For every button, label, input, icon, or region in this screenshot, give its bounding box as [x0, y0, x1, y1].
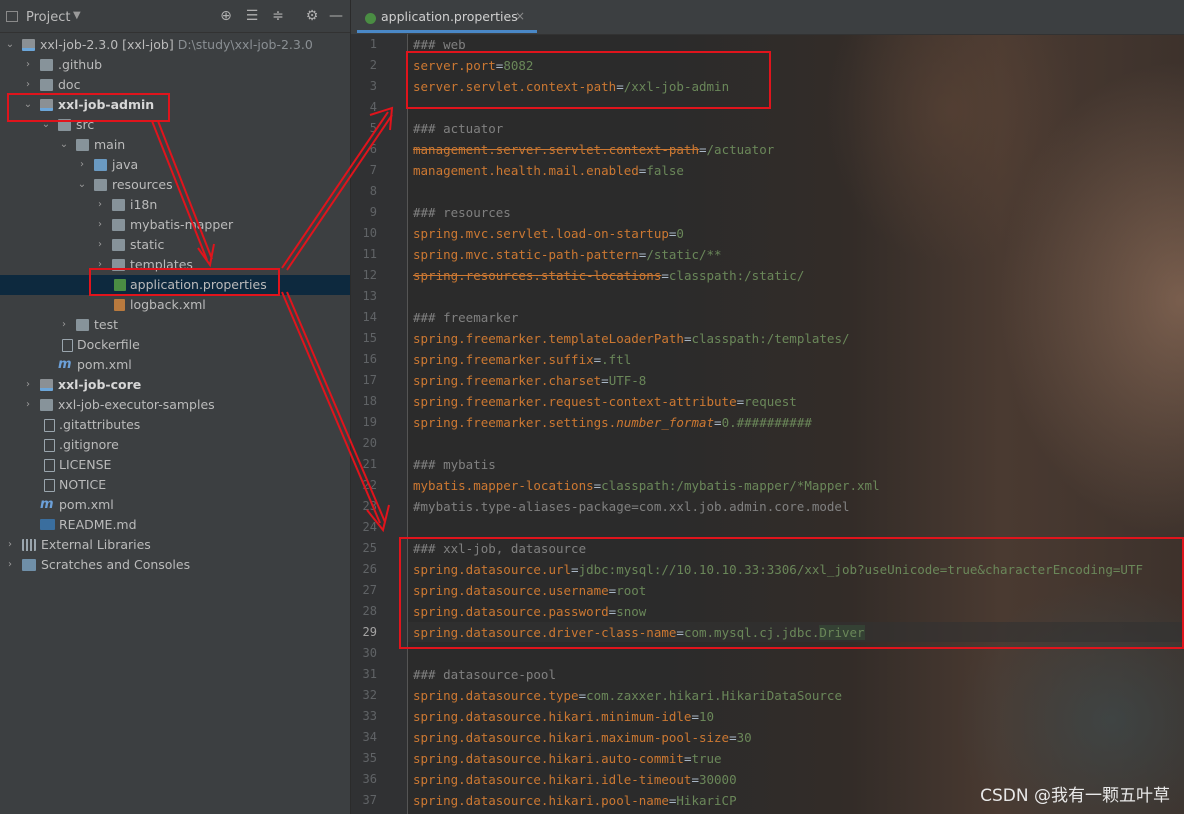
arrow-head [197, 243, 215, 268]
arrow-line [286, 114, 393, 271]
arrow-line [281, 291, 381, 524]
arrow-line [157, 120, 213, 260]
annotation-arrows [151, 106, 394, 533]
arrow-line [151, 120, 208, 261]
arrow-line [286, 291, 386, 523]
watermark: CSDN @我有一颗五叶草 [980, 786, 1170, 806]
arrow-line [281, 111, 389, 269]
